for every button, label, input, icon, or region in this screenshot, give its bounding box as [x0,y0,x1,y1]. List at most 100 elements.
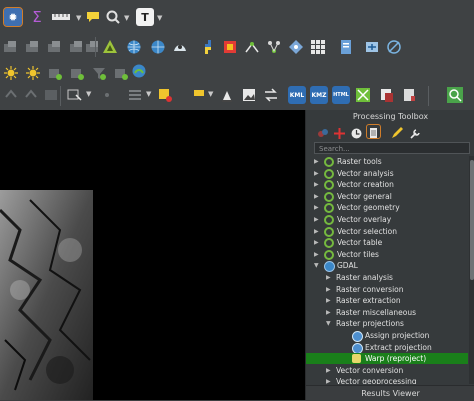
kml-export-icon[interactable]: KML [288,86,306,104]
tree-item[interactable]: ▶ Vector conversion [306,365,468,376]
expand-right-icon[interactable]: ▶ [314,168,322,179]
expand-right-icon[interactable]: ▶ [314,191,322,202]
search-tool-icon[interactable] [446,86,464,104]
expand-down-icon[interactable]: ▼ [326,318,334,329]
copy-layout-icon[interactable] [378,86,396,104]
add-vector-sun-icon[interactable] [24,64,42,82]
models-icon[interactable] [316,125,329,138]
swap-arrows-icon[interactable] [262,86,280,104]
zoom-dot-icon[interactable] [98,86,116,104]
grid-tool-icon[interactable] [309,38,327,56]
scrollbar-thumb[interactable] [470,160,474,280]
results-viewer-tab[interactable]: Results Viewer [306,385,474,401]
chevron-down-icon[interactable]: ▼ [146,91,152,98]
add-raster-sun-icon[interactable] [2,64,20,82]
image-icon[interactable] [240,86,258,104]
edit-icon[interactable] [390,125,403,138]
tree-scrollbar[interactable] [469,156,474,384]
form-tool-icon[interactable] [337,38,355,56]
filter-alt-icon[interactable] [112,64,130,82]
layer-paint-icon[interactable] [156,86,174,104]
magic-tool-icon[interactable] [385,38,403,56]
globe-icon[interactable] [125,38,143,56]
html-export-icon[interactable]: HTML [332,86,350,104]
crs-tool-icon[interactable] [363,38,381,56]
expand-right-icon[interactable]: ▶ [326,295,334,306]
chevron-down-icon[interactable]: ▼ [157,15,163,22]
tree-item[interactable]: ▶ Raster miscellaneous [306,307,468,318]
tree-item[interactable]: ▶ Vector table [306,237,468,249]
chevron-down-icon[interactable]: ▼ [76,15,82,22]
select-feature-icon[interactable] [2,38,20,56]
expand-right-icon[interactable]: ▶ [326,376,334,384]
history-icon[interactable] [350,125,363,139]
tree-item[interactable]: ▼ Raster projections [306,318,468,329]
tree-item[interactable]: ▼ GDAL [306,260,468,273]
expand-right-icon[interactable]: ▶ [326,272,334,283]
tree-item[interactable]: ▶ Raster analysis [306,272,468,283]
tree-item[interactable]: ▶ Vector selection [306,226,468,237]
tree-item[interactable]: ▶ Vector geometry [306,202,468,214]
select-expression-icon[interactable] [24,38,42,56]
tree-item[interactable]: ▶ Vector creation [306,179,468,191]
chevron-down-icon[interactable]: ▼ [86,91,92,98]
options-wrench-icon[interactable] [408,125,421,139]
expand-down-icon[interactable]: ▼ [314,260,322,271]
redo-icon[interactable] [22,86,40,104]
expand-right-icon[interactable]: ▶ [326,365,334,376]
expand-right-icon[interactable]: ▶ [314,249,322,260]
zoom-identify-icon[interactable] [104,8,122,26]
tree-item[interactable]: ▶ Vector tiles [306,249,468,260]
tree-item[interactable]: ▶ Raster extraction [306,295,468,306]
tree-item[interactable]: ▶ Vector overlay [306,214,468,225]
vector-edit-icon[interactable] [68,64,86,82]
tree-item[interactable]: ▶ Raster conversion [306,284,468,295]
tree-item[interactable]: ▶ Vector geoprocessing [306,376,468,384]
settings-gear-icon[interactable]: ✹ [3,7,23,27]
expand-right-icon[interactable]: ▶ [314,214,322,225]
expand-right-icon[interactable]: ▶ [314,156,322,167]
tree-item[interactable]: Extract projection [306,342,468,354]
deselect-icon[interactable] [46,38,64,56]
edit-toggle-icon[interactable] [42,86,60,104]
locate-plugin-icon[interactable] [130,62,148,80]
search-input[interactable]: Search... [314,142,470,154]
expand-right-icon[interactable]: ▶ [314,237,322,248]
globe-alt-icon[interactable] [149,38,167,56]
network-icon[interactable] [265,38,283,56]
expand-right-icon[interactable]: ▶ [314,226,322,237]
map-canvas[interactable] [0,110,305,400]
chevron-down-icon[interactable]: ▼ [124,15,130,22]
python-icon[interactable] [199,38,217,56]
lines-icon[interactable] [126,86,144,104]
field-calculator-icon[interactable] [84,38,102,56]
scripts-icon[interactable] [333,125,346,139]
move-pointer-icon[interactable] [66,86,84,104]
expand-right-icon[interactable]: ▶ [326,284,334,295]
tree-item[interactable]: ▶ Vector general [306,191,468,202]
plugin-red-icon[interactable] [221,38,239,56]
speech-bubble-icon[interactable] [84,8,102,26]
triangle-tool-icon[interactable] [101,38,119,56]
paint-bucket-icon[interactable] [218,86,236,104]
tree-item[interactable]: Warp (reproject) [306,353,468,365]
text-annotation-icon[interactable]: T [136,8,154,26]
map-tips-icon[interactable] [171,38,189,56]
node-tool-icon[interactable] [287,38,305,56]
kmz-export-icon[interactable]: KMZ [310,86,328,104]
tree-item[interactable]: ▶ Raster tools [306,156,468,167]
results-icon[interactable] [366,124,381,139]
tree-item[interactable]: Assign projection [306,330,468,342]
tree-item[interactable]: ▶ Vector analysis [306,168,468,179]
map-label-icon[interactable] [190,86,208,104]
raster-calc-icon[interactable] [46,64,64,82]
sigma-icon[interactable]: Σ [28,8,46,26]
expand-right-icon[interactable]: ▶ [314,202,322,213]
chevron-down-icon[interactable]: ▼ [208,91,214,98]
copy-layout-icon[interactable] [400,86,418,104]
filter-vector-icon[interactable] [90,64,108,82]
cross-tool-icon[interactable] [354,86,372,104]
digitizing-tool-icon[interactable] [243,38,261,56]
ruler-icon[interactable] [50,8,72,26]
undo-icon[interactable] [2,86,20,104]
